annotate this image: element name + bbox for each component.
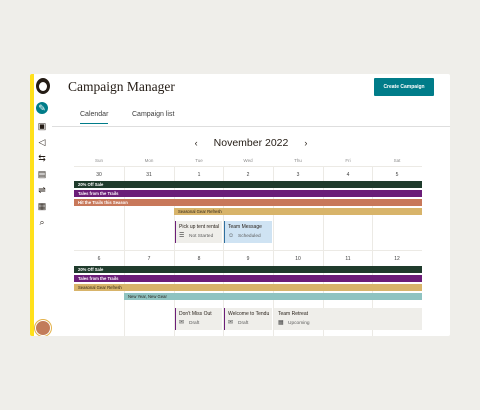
campaign-bar[interactable]: Tales from the Trails [74, 275, 422, 282]
weekday-sun: Sun [94, 158, 103, 163]
grid-line [74, 250, 422, 251]
weekday-mon: Mon [144, 158, 154, 163]
grid-icon[interactable]: ▦ [36, 200, 48, 212]
card-title: Team Retreat [278, 311, 309, 317]
gift-icon[interactable]: ▣ [36, 120, 48, 132]
automation-icon[interactable]: ⇌ [36, 184, 48, 196]
campaign-card[interactable]: Welcome to Tendu ✉ Draft [224, 308, 272, 330]
date-cell[interactable]: 5 [372, 172, 422, 178]
date-cell[interactable]: 12 [372, 256, 422, 262]
date-cell[interactable]: 31 [124, 172, 174, 178]
user-avatar[interactable] [35, 320, 51, 336]
campaign-card[interactable]: Team Message ☺ Scheduled [224, 221, 272, 243]
header: Campaign Manager Create Campaign [52, 74, 450, 104]
chevron-left-icon[interactable]: ‹ [195, 138, 198, 148]
date-cell[interactable]: 9 [223, 256, 273, 262]
date-cell[interactable]: 3 [273, 172, 323, 178]
date-cell[interactable]: 2 [223, 172, 273, 178]
rail-stripe [30, 74, 34, 336]
create-campaign-button[interactable]: Create Campaign [374, 78, 434, 96]
date-cell[interactable]: 7 [124, 256, 174, 262]
card-status: Draft [238, 321, 249, 326]
campaign-card[interactable]: Pick up tent rental ☰ Not Started [175, 221, 222, 243]
people-icon: ☺ [228, 233, 235, 239]
mailchimp-logo[interactable] [36, 78, 50, 94]
date-cell[interactable]: 10 [273, 256, 323, 262]
pencil-icon[interactable]: ✎ [36, 102, 48, 114]
card-status: Not Started [189, 234, 214, 239]
date-cell[interactable]: 1 [174, 172, 224, 178]
calendar-icon: ▦ [278, 320, 284, 326]
audience-icon[interactable]: ⇆ [36, 152, 48, 164]
tab-calendar[interactable]: Calendar [80, 111, 109, 124]
campaign-bar[interactable]: Hit the Trails this Season [74, 199, 422, 206]
campaign-bar[interactable]: Tales from the Trails [74, 190, 422, 197]
date-cell[interactable]: 4 [323, 172, 373, 178]
card-title: Team Message [228, 224, 262, 230]
campaign-bar[interactable]: New Year, New Gear [124, 293, 422, 300]
campaign-bar[interactable]: 20% Off Sale [74, 181, 422, 188]
card-title: Welcome to Tendu [228, 311, 270, 317]
email-icon: ✉ [179, 320, 185, 326]
tab-bar: Calendar Campaign list [52, 104, 450, 127]
campaign-bar[interactable]: 20% Off Sale [74, 266, 422, 273]
card-status: Upcoming [288, 321, 310, 326]
month-navigator: ‹ November 2022 › [52, 136, 450, 150]
month-label: November 2022 [213, 137, 289, 149]
weekday-thu: Thu [294, 158, 302, 163]
grid-line [74, 166, 422, 167]
date-cell[interactable]: 8 [174, 256, 224, 262]
card-title: Pick up tent rental [179, 224, 220, 230]
card-status: Scheduled [238, 234, 261, 239]
email-icon: ✉ [228, 320, 234, 326]
tab-campaign-list[interactable]: Campaign list [132, 111, 174, 118]
weekday-wed: Wed [243, 158, 253, 163]
date-cell[interactable]: 6 [74, 256, 124, 262]
search-icon[interactable]: ⌕ [36, 216, 48, 228]
card-title: Don't Miss Out [179, 311, 212, 317]
weekday-tue: Tue [195, 158, 203, 163]
card-status: Draft [189, 321, 200, 326]
content-icon[interactable]: ▤ [36, 168, 48, 180]
weekday-sat: Sat [393, 158, 401, 163]
campaign-bar[interactable]: Seasonal Gear Refresh [174, 208, 422, 215]
list-icon: ☰ [179, 233, 185, 239]
chevron-right-icon[interactable]: › [304, 138, 307, 148]
page-title: Campaign Manager [68, 79, 175, 94]
date-cell[interactable]: 30 [74, 172, 124, 178]
campaign-bar[interactable]: Seasonal Gear Refresh [74, 284, 422, 291]
campaign-card[interactable]: Don't Miss Out ✉ Draft [175, 308, 222, 330]
campaign-manager-window: ✎ ▣ ◁ ⇆ ▤ ⇌ ▦ ⌕ Campaign Manager Create … [30, 74, 450, 336]
campaign-card[interactable]: Team Retreat ▦ Upcoming [274, 308, 422, 330]
weekday-fri: Fri [345, 158, 351, 163]
megaphone-icon[interactable]: ◁ [36, 136, 48, 148]
nav-rail: ✎ ▣ ◁ ⇆ ▤ ⇌ ▦ ⌕ [30, 74, 52, 336]
date-cell[interactable]: 11 [323, 256, 373, 262]
